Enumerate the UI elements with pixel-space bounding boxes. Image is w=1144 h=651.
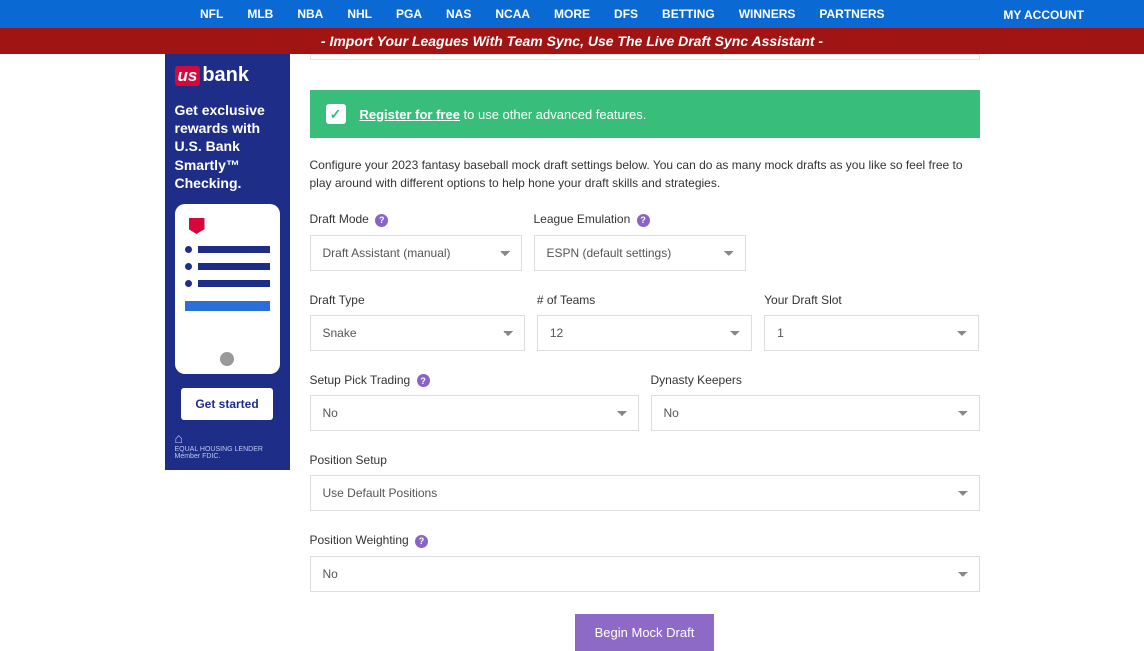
help-icon[interactable]: ?	[375, 214, 388, 227]
label-position-weighting: Position Weighting ?	[310, 533, 980, 548]
register-link[interactable]: Register for free	[360, 107, 460, 122]
nav-pga[interactable]: PGA	[396, 7, 422, 21]
select-dynasty-keepers[interactable]: No	[651, 395, 980, 431]
field-league-emulation: League Emulation ? ESPN (default setting…	[534, 212, 746, 271]
label-draft-type: Draft Type	[310, 293, 525, 307]
sidebar-ad-slot: usbank Get exclusive rewards with U.S. B…	[165, 54, 290, 651]
label-pick-trading: Setup Pick Trading ?	[310, 373, 639, 388]
ad-logo: usbank	[175, 64, 280, 87]
nav-betting[interactable]: BETTING	[662, 7, 715, 21]
usbank-ad[interactable]: usbank Get exclusive rewards with U.S. B…	[165, 54, 290, 470]
select-draft-type[interactable]: Snake	[310, 315, 525, 351]
nav-partners[interactable]: PARTNERS	[819, 7, 884, 21]
help-icon[interactable]: ?	[417, 374, 430, 387]
ad-copy: Get exclusive rewards with U.S. Bank Sma…	[175, 101, 280, 192]
help-icon[interactable]: ?	[415, 535, 428, 548]
nav-nhl[interactable]: NHL	[347, 7, 372, 21]
nav-nas[interactable]: NAS	[446, 7, 471, 21]
equal-housing-icon: ⌂	[175, 430, 280, 446]
field-num-teams: # of Teams 12	[537, 293, 752, 351]
intro-text: Configure your 2023 fantasy baseball moc…	[310, 156, 980, 192]
banner-text: Register for free to use other advanced …	[360, 107, 647, 122]
ad-logo-us: us	[175, 66, 201, 86]
announcement-bar: - Import Your Leagues With Team Sync, Us…	[0, 28, 1144, 54]
begin-mock-draft-button[interactable]: Begin Mock Draft	[575, 614, 715, 651]
select-position-setup[interactable]: Use Default Positions	[310, 475, 980, 511]
collapsed-panel	[310, 54, 980, 60]
nav-dfs[interactable]: DFS	[614, 7, 638, 21]
field-draft-type: Draft Type Snake	[310, 293, 525, 351]
field-pick-trading: Setup Pick Trading ? No	[310, 373, 639, 432]
nav-mlb[interactable]: MLB	[247, 7, 273, 21]
nav-ncaa[interactable]: NCAA	[495, 7, 530, 21]
topnav-left: NFL MLB NBA NHL PGA NAS NCAA MORE DFS BE…	[200, 7, 885, 21]
field-draft-mode: Draft Mode ? Draft Assistant (manual)	[310, 212, 522, 271]
label-league-emulation: League Emulation ?	[534, 212, 746, 227]
main-content: ✓ Register for free to use other advance…	[310, 54, 980, 651]
select-draft-slot[interactable]: 1	[764, 315, 979, 351]
field-draft-slot: Your Draft Slot 1	[764, 293, 979, 351]
check-icon: ✓	[326, 104, 346, 124]
help-icon[interactable]: ?	[637, 214, 650, 227]
select-draft-mode[interactable]: Draft Assistant (manual)	[310, 235, 522, 271]
label-draft-mode: Draft Mode ?	[310, 212, 522, 227]
select-position-weighting[interactable]: No	[310, 556, 980, 592]
label-draft-slot: Your Draft Slot	[764, 293, 979, 307]
shield-icon	[189, 218, 205, 234]
nav-winners[interactable]: WINNERS	[739, 7, 796, 21]
ad-logo-bank: bank	[202, 64, 249, 87]
select-league-emulation[interactable]: ESPN (default settings)	[534, 235, 746, 271]
banner-rest: to use other advanced features.	[460, 107, 646, 122]
nav-nfl[interactable]: NFL	[200, 7, 223, 21]
field-position-setup: Position Setup Use Default Positions	[310, 453, 980, 511]
nav-nba[interactable]: NBA	[297, 7, 323, 21]
select-pick-trading[interactable]: No	[310, 395, 639, 431]
topnav-right: MY ACCOUNT	[1003, 7, 1104, 22]
label-num-teams: # of Teams	[537, 293, 752, 307]
field-position-weighting: Position Weighting ? No	[310, 533, 980, 592]
select-num-teams[interactable]: 12	[537, 315, 752, 351]
label-position-setup: Position Setup	[310, 453, 980, 467]
ad-footer: ⌂ EQUAL HOUSING LENDER Member FDIC.	[175, 430, 280, 460]
label-dynasty-keepers: Dynasty Keepers	[651, 373, 980, 387]
ad-cta-button[interactable]: Get started	[181, 388, 272, 420]
phone-home-icon	[220, 352, 234, 366]
nav-more[interactable]: MORE	[554, 7, 590, 21]
top-nav: NFL MLB NBA NHL PGA NAS NCAA MORE DFS BE…	[0, 0, 1144, 28]
ad-phone-illustration	[175, 204, 280, 374]
register-banner: ✓ Register for free to use other advance…	[310, 90, 980, 138]
my-account-link[interactable]: MY ACCOUNT	[1003, 8, 1084, 22]
field-dynasty-keepers: Dynasty Keepers No	[651, 373, 980, 432]
